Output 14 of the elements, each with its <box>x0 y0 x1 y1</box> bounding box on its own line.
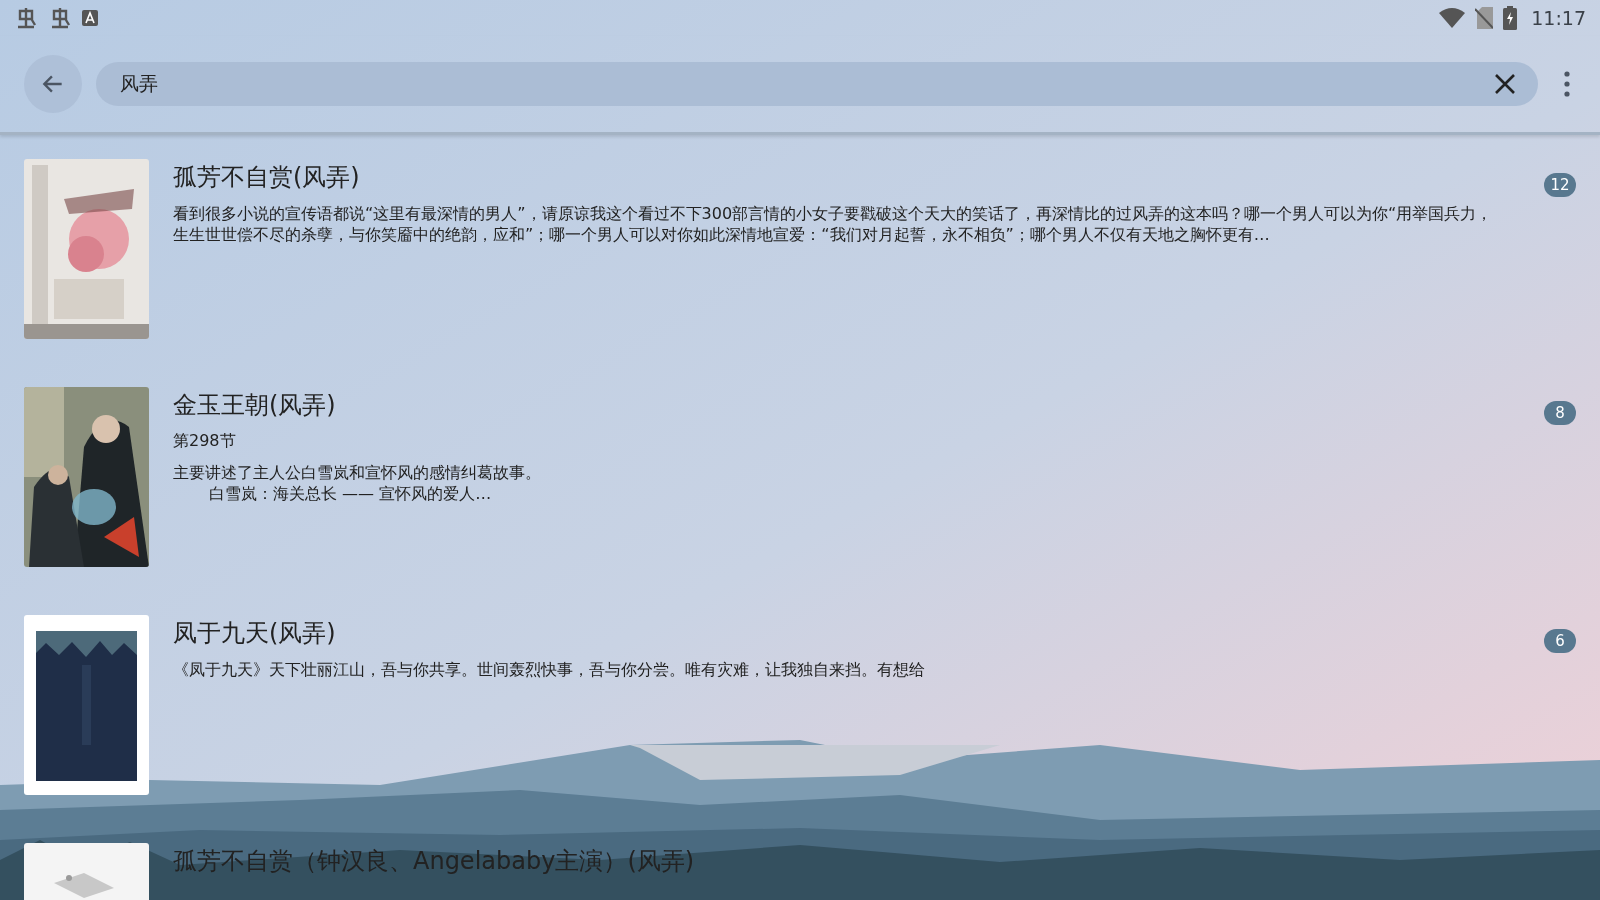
status-time: 11:17 <box>1531 7 1586 29</box>
chapter-label: 第298节 <box>173 431 237 452</box>
book-title[interactable]: 凤于九天(风弄) <box>173 617 1520 649</box>
book-description: 《凤于九天》天下壮丽江山，吾与你共享。世间轰烈快事，吾与你分尝。唯有灾难，让我独自来挡。有想给 <box>173 659 926 680</box>
book-description: 主要讲述了主人公白雪岚和宣怀风的感情纠葛故事。 <box>173 462 542 483</box>
search-field[interactable]: 风弄 <box>96 62 1538 106</box>
book-description: 看到很多小说的宣传语都说“这里有最深情的男人”，请原谅我这个看过不下300部言情的小女子要戳破这个天大的笑话了，再深情比的过风弄的这本吗？哪一个男人可以为你“用举国兵力，生生世世偿不尽的杀孽，与你笑靥中的绝韵，应和”；哪一个男人可以对你如此深情地宣爱：“我们对月起誓，永不相负”；哪个男人不仅有天地之胸怀更有… <box>173 203 1494 245</box>
keyboard-icon <box>82 10 98 26</box>
wifi-icon <box>1439 8 1466 28</box>
book-title[interactable]: 金玉王朝(风弄) <box>173 389 1520 421</box>
book-title[interactable]: 孤芳不自赏(风弄) <box>173 161 1520 193</box>
battery-icon <box>1503 6 1518 30</box>
no-sim-icon <box>1475 7 1494 29</box>
book-description: 白雪岚：海关总长 —— 宣怀风的爱人… <box>208 483 493 504</box>
